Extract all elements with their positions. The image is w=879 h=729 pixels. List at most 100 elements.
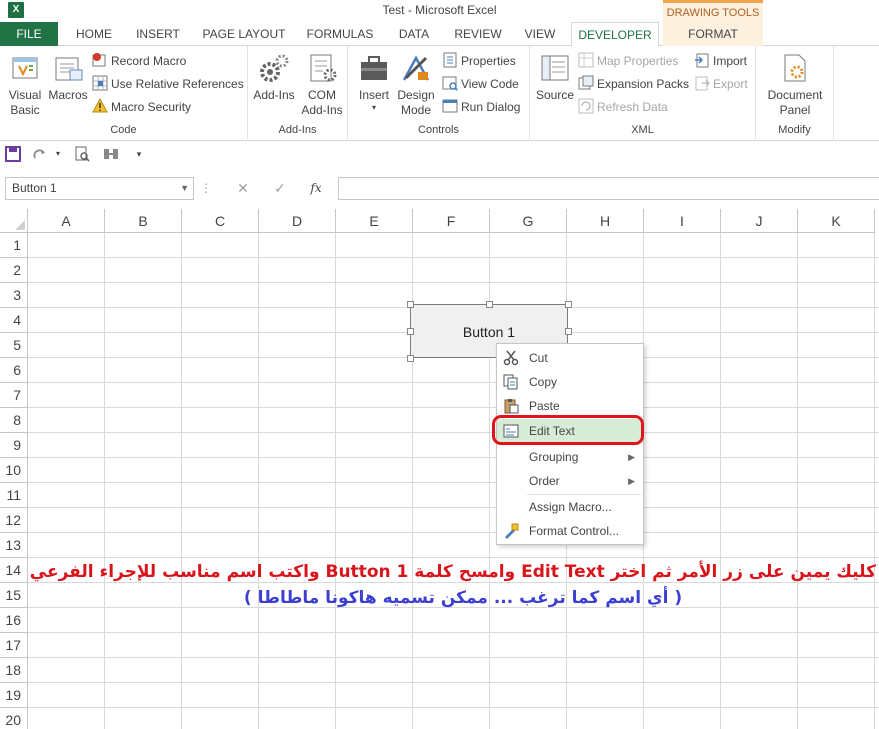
gears-icon — [258, 52, 290, 84]
row-header[interactable]: 4 — [0, 308, 28, 333]
instruction-text: كليك يمين على زر الأمر ثم اختر Edit Text… — [29, 562, 876, 582]
map-properties-icon — [578, 52, 594, 68]
column-header[interactable]: I — [644, 209, 721, 233]
com-add-ins-button[interactable]: COM Add-Ins — [298, 52, 346, 118]
form-control-icon[interactable] — [103, 146, 119, 162]
tab-format[interactable]: FORMAT — [663, 22, 763, 46]
expansion-packs-label: Expansion Packs — [597, 77, 690, 91]
column-header[interactable]: H — [567, 209, 644, 233]
expansion-packs-button[interactable]: Expansion Packs — [578, 74, 689, 94]
cancel-icon[interactable]: ✕ — [232, 178, 254, 198]
resize-handle[interactable] — [486, 301, 493, 308]
macros-button[interactable]: Macros — [46, 52, 90, 103]
column-header[interactable]: D — [259, 209, 336, 233]
column-header[interactable]: G — [490, 209, 567, 233]
resize-handle[interactable] — [565, 301, 572, 308]
select-all-corner[interactable] — [0, 209, 28, 233]
resize-handle[interactable] — [407, 355, 414, 362]
column-header[interactable]: K — [798, 209, 875, 233]
visual-basic-button[interactable]: Visual Basic — [4, 52, 46, 118]
map-properties-button[interactable]: Map Properties — [578, 51, 678, 71]
row-header[interactable]: 12 — [0, 508, 28, 533]
row-header[interactable]: 1 — [0, 233, 28, 258]
macros-icon — [52, 52, 84, 84]
menu-item-format-control[interactable]: Format Control... — [497, 519, 643, 543]
row-header[interactable]: 6 — [0, 358, 28, 383]
insert-function-icon[interactable]: fx — [305, 178, 327, 198]
redo-dropdown-icon[interactable]: ▾ — [50, 146, 66, 162]
copy-icon — [503, 374, 519, 390]
menu-item-assign-macro[interactable]: Assign Macro... — [497, 495, 643, 519]
column-header[interactable]: E — [336, 209, 413, 233]
worksheet-grid[interactable]: ABCDEFGHIJK 1 2 3 4 5 6 7 8 9 10 11 12 13 14 15 16 17 18 1… — [0, 209, 879, 729]
row-header[interactable]: 15 — [0, 583, 28, 608]
row-header[interactable]: 13 — [0, 533, 28, 558]
use-relative-references-button[interactable]: Use Relative References — [92, 74, 244, 94]
com-add-ins-label: COM Add-Ins — [301, 88, 343, 117]
xml-import-button[interactable]: Import — [694, 51, 747, 71]
resize-handle[interactable] — [407, 301, 414, 308]
name-box[interactable]: Button 1 ▼ — [5, 177, 194, 200]
column-header[interactable]: J — [721, 209, 798, 233]
tab-formulas[interactable]: FORMULAS — [300, 22, 380, 46]
customize-qat-icon[interactable]: ▾ — [131, 146, 147, 162]
row-header[interactable]: 5 — [0, 333, 28, 358]
design-mode-button[interactable]: Design Mode — [394, 52, 438, 118]
row-header[interactable]: 2 — [0, 258, 28, 283]
macro-security-button[interactable]: Macro Security — [92, 97, 191, 117]
row-header[interactable]: 20 — [0, 708, 28, 729]
run-dialog-button[interactable]: Run Dialog — [442, 97, 520, 117]
scissors-icon — [503, 350, 519, 366]
menu-item-copy[interactable]: Copy — [497, 370, 643, 394]
drag-handle-icon[interactable]: ⋮ — [200, 178, 212, 198]
column-header[interactable]: F — [413, 209, 490, 233]
save-icon[interactable] — [5, 146, 21, 162]
gridline-horizontal — [28, 507, 879, 508]
menu-item-order[interactable]: Order ▶ — [497, 469, 643, 493]
tab-developer[interactable]: DEVELOPER — [571, 22, 659, 47]
row-header[interactable]: 19 — [0, 683, 28, 708]
row-header[interactable]: 7 — [0, 383, 28, 408]
row-header[interactable]: 17 — [0, 633, 28, 658]
menu-item-grouping[interactable]: Grouping ▶ — [497, 445, 643, 469]
add-ins-button[interactable]: Add-Ins — [250, 52, 298, 103]
tab-insert[interactable]: INSERT — [128, 22, 188, 46]
group-xml: Source Map Properties Expansion Packs Re… — [530, 46, 756, 139]
tab-view[interactable]: VIEW — [517, 22, 563, 46]
refresh-data-label: Refresh Data — [597, 100, 668, 114]
row-header[interactable]: 3 — [0, 283, 28, 308]
gridline-horizontal — [28, 632, 879, 633]
tab-page-layout[interactable]: PAGE LAYOUT — [196, 22, 292, 46]
row-header[interactable]: 18 — [0, 658, 28, 683]
column-header[interactable]: B — [105, 209, 182, 233]
resize-handle[interactable] — [407, 328, 414, 335]
document-panel-button[interactable]: Document Panel — [762, 52, 828, 118]
tab-home[interactable]: HOME — [64, 22, 124, 46]
chevron-down-icon[interactable]: ▼ — [180, 178, 189, 199]
row-header[interactable]: 14 — [0, 558, 28, 583]
tab-review[interactable]: REVIEW — [447, 22, 509, 46]
view-code-button[interactable]: View Code — [442, 74, 519, 94]
record-macro-button[interactable]: Record Macro — [92, 51, 186, 71]
row-header[interactable]: 11 — [0, 483, 28, 508]
row-header[interactable]: 8 — [0, 408, 28, 433]
row-header[interactable]: 16 — [0, 608, 28, 633]
print-preview-icon[interactable] — [74, 146, 90, 162]
xml-source-button[interactable]: Source — [534, 52, 576, 103]
insert-control-button[interactable]: Insert ▾ — [354, 52, 394, 113]
properties-button[interactable]: Properties — [442, 51, 516, 71]
row-header[interactable]: 10 — [0, 458, 28, 483]
xml-export-button[interactable]: Export — [694, 74, 748, 94]
tab-data[interactable]: DATA — [389, 22, 439, 46]
tab-file[interactable]: FILE — [0, 22, 58, 46]
formula-input[interactable] — [338, 177, 879, 200]
enter-icon[interactable]: ✓ — [269, 178, 291, 198]
refresh-data-button[interactable]: Refresh Data — [578, 97, 668, 117]
column-header[interactable]: A — [28, 209, 105, 233]
row-header[interactable]: 9 — [0, 433, 28, 458]
menu-item-cut[interactable]: Cut — [497, 346, 643, 370]
column-header[interactable]: C — [182, 209, 259, 233]
redo-icon[interactable] — [32, 146, 48, 162]
view-code-icon — [442, 75, 458, 91]
resize-handle[interactable] — [565, 328, 572, 335]
